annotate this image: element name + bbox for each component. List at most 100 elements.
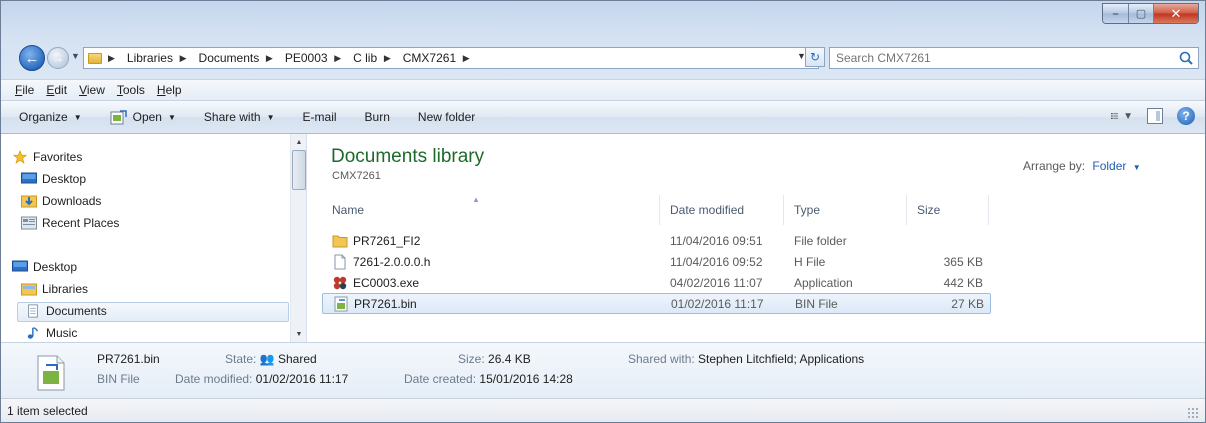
file-size: 365 KB	[943, 254, 983, 269]
chevron-down-icon[interactable]: ▼	[1133, 163, 1141, 172]
scroll-up-icon[interactable]: ▲	[291, 134, 306, 150]
star-icon	[12, 150, 28, 164]
downloads-icon	[21, 195, 37, 208]
file-row[interactable]: 7261-2.0.0.0.h 11/04/2016 09:52 H File 3…	[322, 251, 989, 272]
maximize-button[interactable]: ▢	[1129, 4, 1154, 23]
libraries-icon	[21, 283, 37, 296]
file-name: PR7261.bin	[354, 296, 417, 311]
desktop-icon	[21, 172, 37, 184]
refresh-button[interactable]: ↻	[805, 47, 825, 67]
chevron-right-icon: ▶	[334, 52, 342, 63]
breadcrumb-item[interactable]: PE0003 ▶	[285, 51, 347, 65]
minimize-button[interactable]: –	[1103, 4, 1129, 23]
close-button[interactable]: ✕	[1154, 4, 1198, 23]
breadcrumb-item[interactable]: Libraries ▶	[127, 51, 193, 65]
change-view-button[interactable]: ▼	[1111, 108, 1133, 124]
chevron-down-icon: ▼	[1123, 110, 1133, 122]
details-date-modified: Date modified: 01/02/2016 11:17	[175, 372, 349, 386]
details-filetype: BIN File	[97, 372, 140, 386]
nav-item-desktop-root[interactable]: Desktop	[12, 260, 77, 274]
details-date-created: Date created: 15/01/2016 14:28	[404, 372, 573, 386]
chevron-right-icon: ▶	[265, 52, 273, 63]
library-title: Documents library	[331, 146, 485, 167]
breadcrumb-root[interactable]: ▶	[108, 53, 121, 64]
recent-places-icon	[21, 216, 37, 230]
chevron-down-icon: ▼	[167, 112, 176, 122]
file-type: BIN File	[795, 296, 838, 311]
nav-item-favorites[interactable]: Favorites	[12, 150, 82, 164]
details-state: State: 👥 Shared	[225, 352, 317, 366]
explorer-window: – ▢ ✕ ← → ▼ ▶ Libraries ▶ Documents ▶ PE…	[0, 0, 1206, 423]
scrollbar-thumb[interactable]	[292, 150, 306, 190]
column-header-name[interactable]: ▲ Name	[322, 195, 660, 225]
nav-item-music[interactable]: Music	[25, 326, 77, 340]
nav-item-desktop[interactable]: Desktop	[21, 172, 86, 186]
document-icon	[334, 254, 346, 269]
search-icon[interactable]	[1178, 50, 1194, 66]
command-bar: Organize ▼ Open ▼ Share with ▼ E-mail Burn …	[1, 101, 1205, 134]
nav-item-downloads[interactable]: Downloads	[21, 194, 101, 208]
file-row-selected[interactable]: PR7261.bin 01/02/2016 11:17 BIN File 27 …	[322, 293, 991, 314]
nav-item-documents[interactable]: Documents	[25, 304, 107, 318]
resize-grip[interactable]	[1187, 407, 1199, 419]
column-header-type[interactable]: Type	[784, 195, 907, 225]
chevron-down-icon: ▼	[266, 112, 275, 122]
application-icon	[333, 276, 347, 289]
email-button[interactable]: E-mail	[303, 110, 337, 124]
sort-ascending-icon: ▲	[472, 195, 480, 204]
organize-button[interactable]: Organize ▼	[19, 110, 82, 124]
nav-scrollbar[interactable]: ▲ ▼	[290, 134, 306, 342]
column-header-size[interactable]: Size	[907, 195, 989, 225]
breadcrumb-item[interactable]: Documents ▶	[199, 51, 279, 65]
preview-pane-button[interactable]	[1147, 108, 1163, 124]
menu-edit[interactable]: Edit	[46, 83, 67, 97]
bin-file-icon	[334, 296, 348, 311]
menu-tools[interactable]: Tools	[117, 83, 145, 97]
column-headers: ▲ Name Date modified Type Size	[322, 195, 989, 225]
menu-view[interactable]: View	[79, 83, 105, 97]
menu-file[interactable]: File	[15, 83, 34, 97]
file-row[interactable]: EC0003.exe 04/02/2016 11:07 Application …	[322, 272, 989, 293]
content-area: Favorites Desktop Downloads Recent Place…	[1, 134, 1205, 342]
column-header-date-modified[interactable]: Date modified	[660, 195, 784, 225]
details-size: Size: 26.4 KB	[458, 352, 531, 366]
status-text: 1 item selected	[7, 403, 88, 418]
file-row[interactable]: PR7261_FI2 11/04/2016 09:51 File folder	[322, 230, 989, 251]
file-name: PR7261_FI2	[353, 233, 421, 248]
breadcrumb-item[interactable]: CMX7261 ▶	[403, 51, 476, 65]
file-list-pane: Documents library CMX7261 Arrange by: Fo…	[308, 134, 1205, 342]
search-input[interactable]	[836, 51, 1156, 65]
forward-arrow-icon: →	[52, 51, 64, 65]
address-row: ← → ▼ ▶ Libraries ▶ Documents ▶ PE0003 ▶…	[1, 45, 1205, 73]
folder-icon	[332, 235, 348, 247]
nav-item-recent-places[interactable]: Recent Places	[21, 216, 119, 230]
arrange-by-value[interactable]: Folder	[1092, 159, 1126, 173]
details-filename: PR7261.bin	[97, 352, 160, 366]
new-folder-button[interactable]: New folder	[418, 110, 475, 124]
recent-pages-dropdown[interactable]: ▼	[71, 51, 80, 61]
burn-button[interactable]: Burn	[365, 110, 390, 124]
scroll-down-icon[interactable]: ▼	[291, 326, 306, 342]
file-name: EC0003.exe	[353, 275, 420, 290]
open-button[interactable]: Open ▼	[110, 109, 176, 125]
minimize-icon: –	[1112, 7, 1119, 20]
menu-help[interactable]: Help	[157, 83, 182, 97]
back-button[interactable]: ←	[19, 45, 45, 71]
share-with-button[interactable]: Share with ▼	[204, 110, 275, 124]
forward-button[interactable]: →	[47, 47, 69, 69]
breadcrumb-item[interactable]: C lib ▶	[353, 51, 397, 65]
address-bar[interactable]: ▶ Libraries ▶ Documents ▶ PE0003 ▶ C lib…	[83, 47, 819, 69]
details-shared-with: Shared with: Stephen Litchfield; Applica…	[628, 352, 865, 366]
file-date: 11/04/2016 09:51	[670, 233, 763, 248]
chevron-right-icon: ▶	[108, 52, 115, 63]
title-bar[interactable]: – ▢ ✕	[1, 1, 1205, 33]
file-date: 01/02/2016 11:17	[671, 296, 764, 311]
menu-bar: File Edit View Tools Help	[1, 79, 1205, 101]
maximize-icon: ▢	[1135, 8, 1147, 20]
file-size: 442 KB	[943, 275, 983, 290]
close-icon: ✕	[1170, 5, 1182, 21]
help-button[interactable]: ?	[1177, 107, 1195, 125]
nav-item-libraries[interactable]: Libraries	[21, 282, 88, 296]
navigation-pane: Favorites Desktop Downloads Recent Place…	[1, 134, 307, 342]
search-box[interactable]	[829, 47, 1199, 69]
